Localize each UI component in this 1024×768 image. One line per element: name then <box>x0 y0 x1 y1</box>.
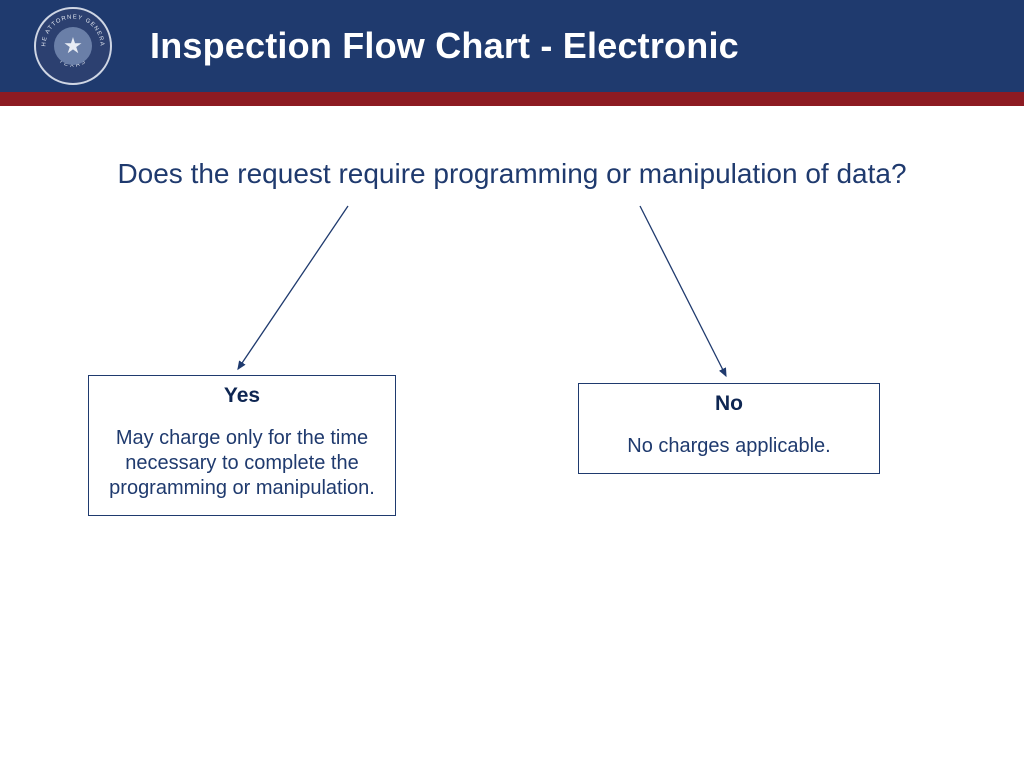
arrow-to-no <box>640 206 726 376</box>
agency-seal: THE ATTORNEY GENERAL TEXAS ★ <box>34 7 112 85</box>
decision-question: Does the request require programming or … <box>0 158 1024 190</box>
yes-title: Yes <box>101 384 383 408</box>
no-body: No charges applicable. <box>591 434 867 459</box>
page-title: Inspection Flow Chart - Electronic <box>150 25 739 67</box>
arrow-to-yes <box>238 206 348 369</box>
accent-bar <box>0 92 1024 106</box>
no-title: No <box>591 392 867 416</box>
header-bar: THE ATTORNEY GENERAL TEXAS ★ Inspection … <box>0 0 1024 92</box>
no-outcome-box: No No charges applicable. <box>578 383 880 474</box>
yes-body: May charge only for the time necessary t… <box>101 426 383 501</box>
seal-star-icon: ★ <box>54 27 92 65</box>
yes-outcome-box: Yes May charge only for the time necessa… <box>88 375 396 516</box>
